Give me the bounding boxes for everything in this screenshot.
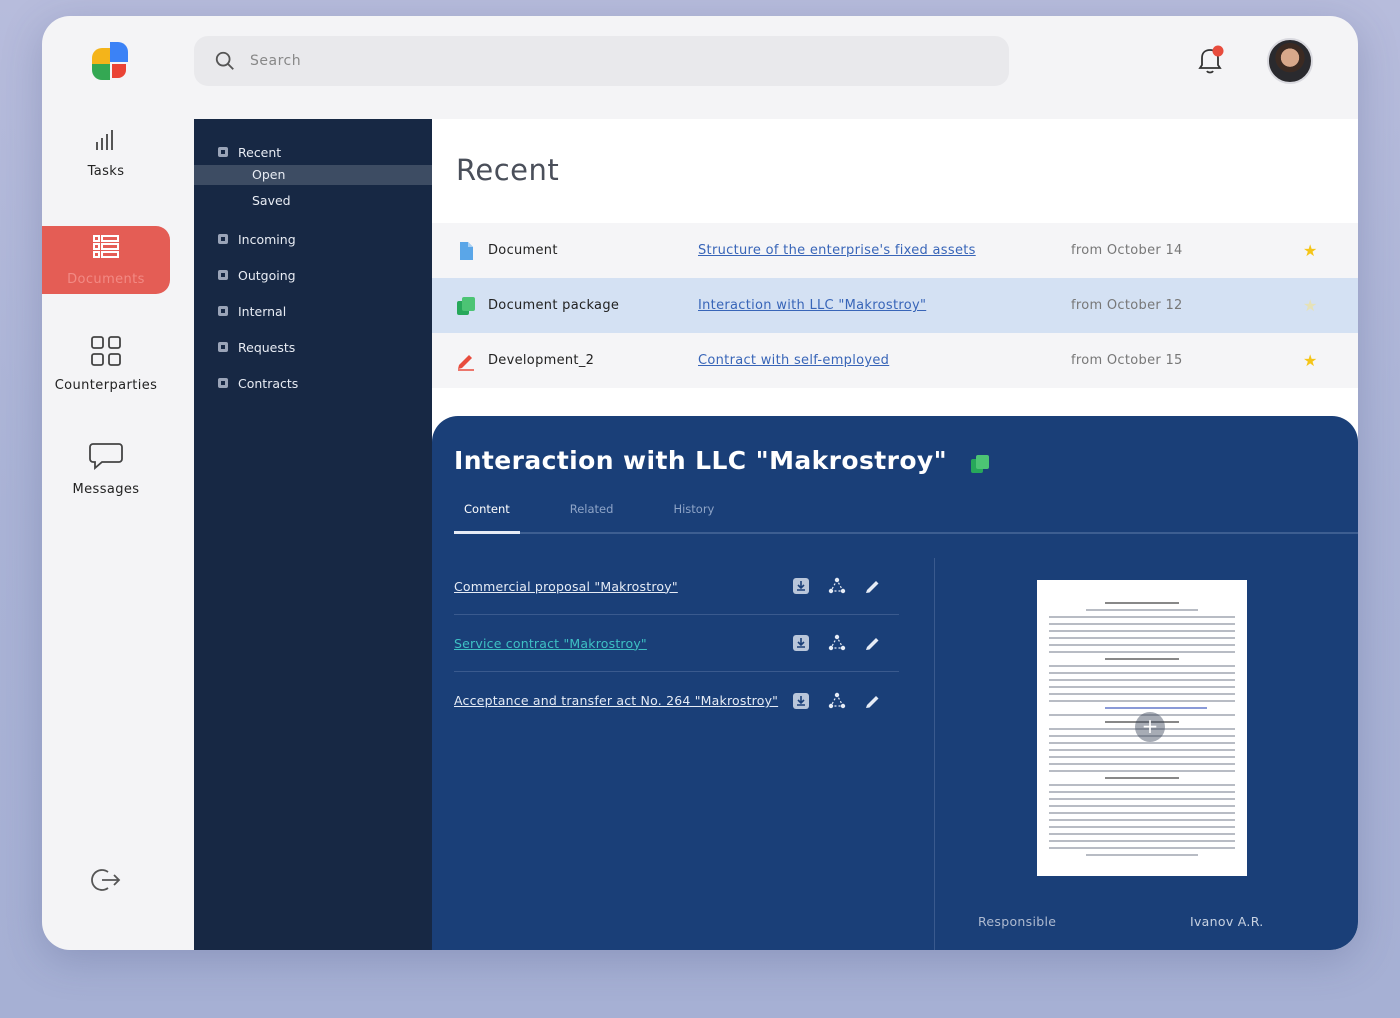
document-icon: [460, 241, 473, 260]
nav-messages-label: Messages: [72, 482, 140, 497]
edit-pencil-icon: [458, 354, 474, 371]
page-title: Recent: [456, 153, 560, 187]
file-row: Commercial proposal "Makrostroy": [454, 558, 899, 615]
document-package-icon: [971, 455, 989, 473]
folder-recent-label: Recent: [238, 144, 282, 160]
file-list: Commercial proposal "Makrostroy" Service…: [454, 558, 899, 729]
folder-contracts-label: Contracts: [238, 375, 299, 391]
folder-incoming-label: Incoming: [238, 231, 296, 247]
row-link[interactable]: Structure of the enterprise's fixed asse…: [698, 243, 1071, 258]
logout-icon: [91, 869, 121, 891]
folder-expand-icon: [218, 306, 228, 316]
nav-tasks-label: Tasks: [87, 164, 125, 179]
folder-outgoing[interactable]: Outgoing: [194, 257, 432, 293]
tab-content[interactable]: Content: [454, 502, 520, 532]
file-link[interactable]: Service contract "Makrostroy": [454, 636, 794, 651]
nav-documents-label: Documents: [67, 272, 145, 287]
file-link[interactable]: Commercial proposal "Makrostroy": [454, 579, 794, 594]
folder-open[interactable]: Open: [194, 165, 432, 185]
documents-list-icon: [93, 235, 119, 258]
bell-icon: [1198, 45, 1224, 74]
nav-counterparties[interactable]: Counterparties: [42, 334, 170, 393]
share-icon[interactable]: [828, 577, 846, 595]
row-link[interactable]: Contract with self-employed: [698, 353, 1071, 368]
folder-recent[interactable]: Recent: [194, 139, 432, 165]
nav-counterparties-label: Counterparties: [54, 378, 158, 393]
edit-icon[interactable]: [864, 692, 882, 710]
row-date: from October 12: [1071, 298, 1183, 313]
star-icon[interactable]: ★: [1303, 296, 1317, 315]
document-package-icon: [457, 296, 475, 315]
download-icon[interactable]: [792, 692, 810, 710]
row-link[interactable]: Interaction with LLC "Makrostroy": [698, 298, 1071, 313]
file-link[interactable]: Acceptance and transfer act No. 264 "Mak…: [454, 693, 794, 708]
tab-related[interactable]: Related: [560, 502, 624, 532]
row-date: from October 15: [1071, 353, 1183, 368]
download-icon[interactable]: [792, 634, 810, 652]
recent-row[interactable]: Development_2 Contract with self-employe…: [432, 333, 1358, 388]
app-window: Tasks Documents Counterparties Messages: [42, 16, 1358, 950]
detail-tabs: Content Related History: [454, 502, 764, 532]
folder-saved[interactable]: Saved: [194, 191, 432, 211]
folder-incoming[interactable]: Incoming: [194, 221, 432, 257]
responsible-value: Ivanov A.R.: [1190, 914, 1264, 929]
notifications-button[interactable]: [1192, 42, 1228, 78]
responsible-label: Responsible: [978, 914, 1057, 929]
folder-internal-label: Internal: [238, 303, 287, 319]
row-type: Document: [488, 243, 558, 258]
folder-internal[interactable]: Internal: [194, 293, 432, 329]
edit-icon[interactable]: [864, 577, 882, 595]
folder-contracts[interactable]: Contracts: [194, 365, 432, 401]
user-avatar[interactable]: [1267, 38, 1313, 84]
folder-collapse-icon: [218, 147, 228, 157]
recent-list: Document Structure of the enterprise's f…: [432, 223, 1358, 388]
folder-expand-icon: [218, 234, 228, 244]
folder-panel: Recent Open Saved Incoming Outgoing Inte…: [194, 119, 432, 950]
tab-divider: [454, 532, 1358, 534]
search-bar[interactable]: [194, 36, 1009, 86]
folder-requests[interactable]: Requests: [194, 329, 432, 365]
file-row: Service contract "Makrostroy": [454, 615, 899, 672]
bar-chart-icon: [96, 130, 113, 150]
star-icon[interactable]: ★: [1303, 351, 1317, 370]
star-icon[interactable]: ★: [1303, 241, 1317, 260]
folder-expand-icon: [218, 342, 228, 352]
folder-expand-icon: [218, 270, 228, 280]
tab-history[interactable]: History: [663, 502, 724, 532]
grid-icon: [91, 336, 121, 366]
file-row: Acceptance and transfer act No. 264 "Mak…: [454, 672, 899, 729]
search-input[interactable]: [250, 53, 850, 69]
share-icon[interactable]: [828, 692, 846, 710]
panel-divider: [934, 558, 935, 950]
folder-requests-label: Requests: [238, 339, 296, 355]
folder-expand-icon: [218, 378, 228, 388]
detail-panel: Interaction with LLC "Makrostroy" Conten…: [432, 416, 1358, 950]
row-date: from October 14: [1071, 243, 1183, 258]
app-logo: [92, 42, 130, 80]
row-type: Development_2: [488, 353, 595, 368]
nav-messages[interactable]: Messages: [42, 440, 170, 497]
zoom-icon[interactable]: +: [1135, 712, 1165, 742]
search-icon: [215, 51, 234, 70]
recent-row[interactable]: Document Structure of the enterprise's f…: [432, 223, 1358, 278]
document-preview[interactable]: +: [1037, 580, 1247, 876]
edit-icon[interactable]: [864, 634, 882, 652]
download-icon[interactable]: [792, 577, 810, 595]
share-icon[interactable]: [828, 634, 846, 652]
row-type: Document package: [488, 298, 620, 313]
detail-title: Interaction with LLC "Makrostroy": [454, 446, 948, 475]
folder-outgoing-label: Outgoing: [238, 267, 296, 283]
logout-button[interactable]: [90, 864, 122, 900]
nav-tasks[interactable]: Tasks: [42, 124, 170, 179]
chat-bubble-icon: [89, 443, 123, 470]
nav-documents[interactable]: Documents: [42, 226, 170, 294]
active-tab-indicator: [454, 531, 520, 534]
recent-row[interactable]: Document package Interaction with LLC "M…: [432, 278, 1358, 333]
